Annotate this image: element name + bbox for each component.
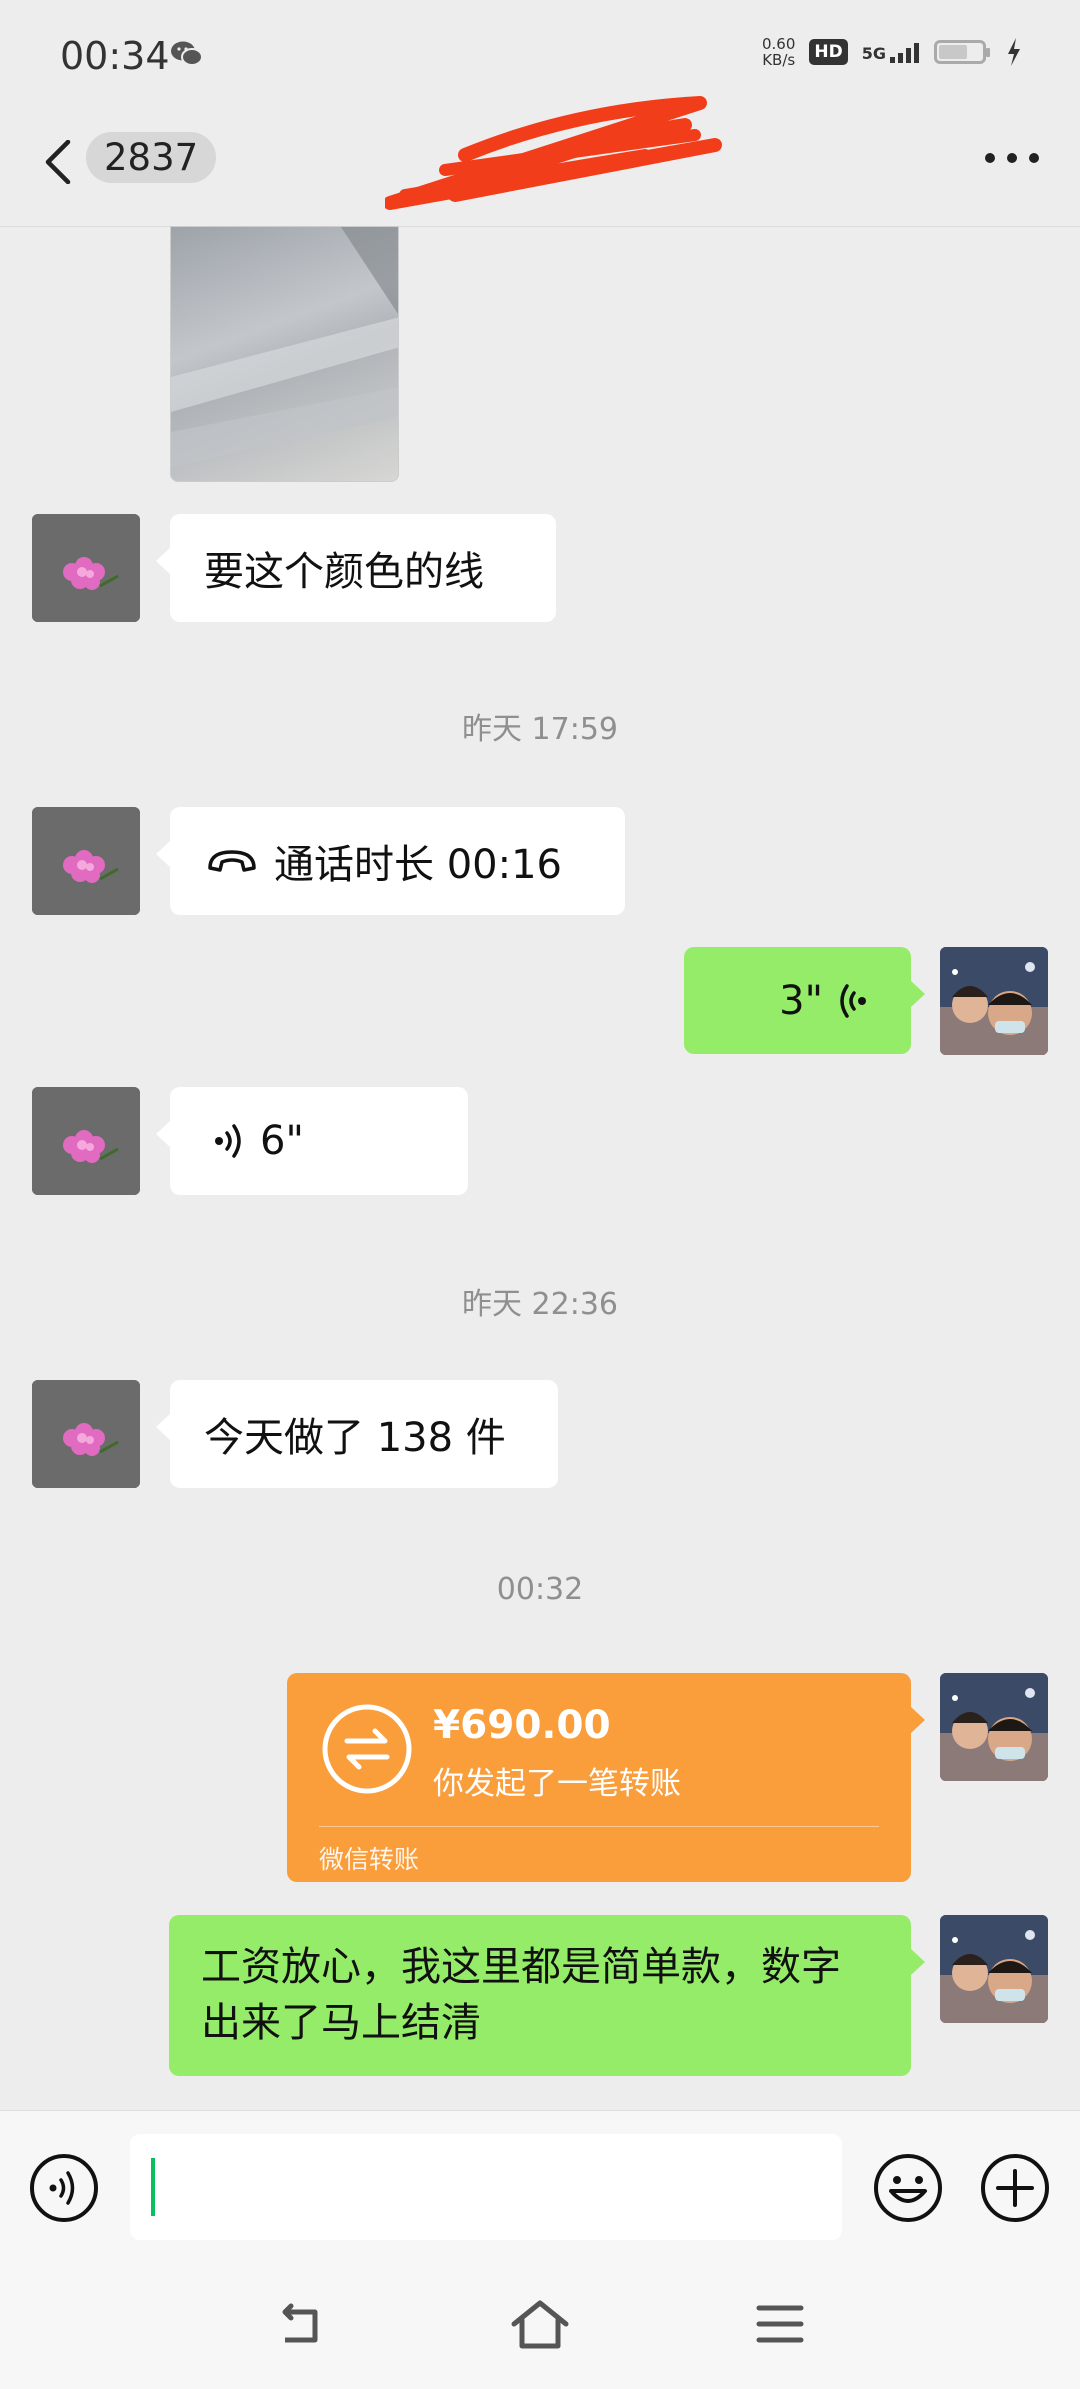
contact-avatar[interactable] [32,1087,140,1195]
more-dots-icon [985,153,1039,163]
net-speed-value: 0.60 [761,35,796,53]
net-speed-unit: KB/s [762,51,796,69]
status-time: 00:34 [60,34,170,78]
hd-badge: HD [809,39,848,65]
wechat-icon [170,40,204,72]
voice-duration: 3" [779,977,823,1024]
text-message-out[interactable]: 工资放心，我这里都是简单款，数字出来了马上结清 [169,1915,925,2076]
contact-avatar[interactable] [32,1380,140,1488]
text-caret [151,2158,155,2216]
nav-back-icon [282,2303,318,2343]
message-text: 工资放心，我这里都是简单款，数字出来了马上结清 [201,1944,841,2046]
voice-duration: 6" [260,1118,304,1164]
my-avatar[interactable] [940,1915,1048,2023]
voice-wave-icon [215,1124,241,1158]
nav-home-button[interactable] [510,2298,570,2352]
battery-icon [934,40,990,64]
contact-avatar[interactable] [32,514,140,622]
time-separator: 00:32 [496,1572,584,1607]
transfer-divider [319,1826,879,1827]
text-message[interactable]: 今天做了 138 件 [156,1380,558,1488]
nav-menu-button[interactable] [755,2302,805,2346]
call-duration: 通话时长 00:16 [274,842,562,888]
phone-icon [208,850,256,872]
my-avatar[interactable] [940,1673,1048,1781]
text-message[interactable]: 要这个颜色的线 [156,514,556,622]
transfer-card[interactable]: ¥690.00 你发起了一笔转账 微信转账 [287,1673,925,1882]
status-indicators: 0.60 KB/s HD 5G [762,36,1022,68]
transfer-amount: ¥690.00 [433,1703,611,1748]
message-text: 今天做了 138 件 [204,1415,506,1461]
voice-input-button[interactable] [29,2153,99,2223]
chevron-left-icon [45,139,71,185]
redaction-scribble [385,96,722,210]
plus-icon [981,2154,1049,2222]
voice-wave-icon [840,983,866,1018]
message-text: 要这个颜色的线 [204,549,484,595]
message-input[interactable] [130,2134,842,2240]
network-type: 5G [861,44,886,63]
transfer-footer: 微信转账 [319,1845,420,1874]
time-separator: 昨天 17:59 [462,712,618,747]
time-separator: 昨天 22:36 [462,1287,618,1322]
net-speed: 0.60 KB/s [762,36,795,68]
unread-count-badge[interactable]: 2837 [86,132,217,183]
emoji-icon [874,2154,942,2222]
charging-icon [1008,38,1020,66]
plus-button[interactable] [980,2153,1050,2223]
home-icon [511,2300,569,2349]
image-message[interactable] [170,226,399,482]
more-button[interactable] [982,150,1042,164]
back-button[interactable] [40,139,80,185]
transfer-description: 你发起了一笔转账 [433,1766,681,1802]
my-avatar[interactable] [940,947,1048,1055]
voice-message-out[interactable]: 3" [684,947,925,1054]
transfer-arrows-icon [322,1704,412,1794]
emoji-button[interactable] [873,2153,943,2223]
nav-back-button[interactable] [275,2300,325,2350]
menu-icon [756,2305,804,2343]
voice-message-in[interactable]: 6" [156,1087,468,1195]
voice-input-icon [30,2154,98,2222]
contact-avatar[interactable] [32,807,140,915]
header-divider [0,226,1080,227]
call-message[interactable]: 通话时长 00:16 [156,807,625,915]
signal-icon: 5G [862,41,920,63]
